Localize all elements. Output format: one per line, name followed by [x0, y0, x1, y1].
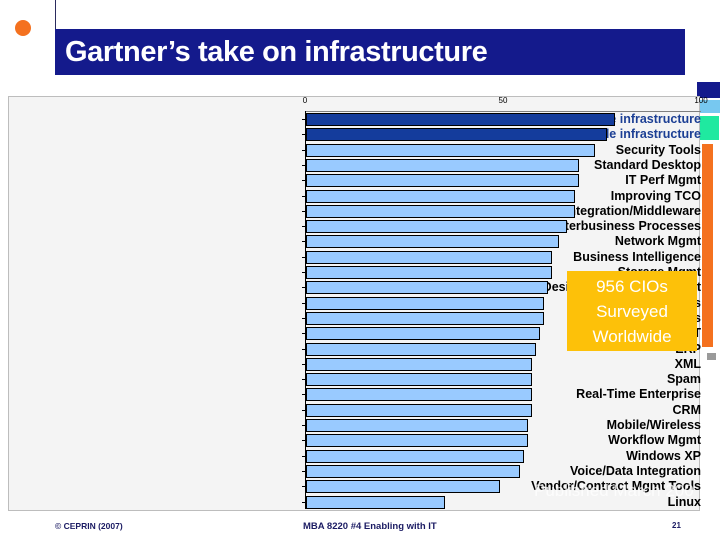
chart-bar: [306, 342, 536, 356]
chart-bar: [306, 480, 501, 494]
chart-bar-row: IT Perf Mgmt: [9, 173, 701, 188]
x-tick-label: 50: [498, 96, 508, 105]
chart-bar: [306, 311, 544, 325]
chart-bar-row: Spam: [9, 372, 701, 387]
chart-bar-row: Managing efficient/flexible infrastructu…: [9, 127, 701, 142]
chart-bar-row: Network Mgmt: [9, 234, 701, 249]
chart-bar-row: Voice/Data Integration: [9, 464, 701, 479]
page-title: Gartner’s take on infrastructure: [65, 35, 488, 68]
decor-vertical-line: [55, 0, 56, 29]
chart-bar-row: Mobile/Wireless: [9, 418, 701, 433]
chart-bar-row: Integration/Middleware: [9, 204, 701, 219]
chart-bar: [306, 327, 540, 341]
decor-orange-bar-icon: [702, 144, 713, 347]
chart-bar-row: Standard Desktop: [9, 158, 701, 173]
chart-bar-row: Workflow Mgmt: [9, 433, 701, 448]
chart-bar-row: XML: [9, 357, 701, 372]
callout-line-1: 956 CIOs: [596, 276, 668, 296]
chart-bar: [306, 434, 528, 448]
chart-bar-row: Business Intelligence: [9, 250, 701, 265]
chart-bar: [306, 128, 607, 142]
footer-course: MBA 8220 #4 Enabling with IT: [303, 521, 437, 532]
decor-orange-dot-icon: [15, 20, 31, 36]
chart-bar: [306, 158, 580, 172]
chart-bar: [306, 388, 532, 402]
footer-copyright: © CEPRIN (2007): [55, 521, 123, 531]
chart-bar-row: Windows XP: [9, 449, 701, 464]
bar-chart: 0 50 100 Developing efficient/flexible inf…: [8, 96, 708, 511]
chart-bar: [306, 373, 532, 387]
decor-gray-square-icon: [707, 353, 716, 360]
chart-bar-row: CRM: [9, 403, 701, 418]
chart-bar: [306, 235, 560, 249]
chart-bar: [306, 419, 528, 432]
chart-bar: [306, 357, 532, 371]
chart-bar-row: Security Tools: [9, 143, 701, 158]
callout-line-3: Worldwide: [592, 326, 672, 346]
chart-bar: [306, 266, 552, 279]
chart-bar: [306, 113, 615, 126]
x-tick-label: 100: [694, 96, 708, 105]
survey-callout: 956 CIOs Surveyed Worldwide: [567, 271, 697, 351]
footer-page-number: 21: [672, 521, 681, 530]
chart-bar: [306, 220, 568, 234]
chart-bar: [306, 296, 544, 310]
chart-bar: [306, 189, 576, 203]
chart-bar-row: Interbusiness Processes: [9, 219, 701, 234]
title-bar: Gartner’s take on infrastructure: [55, 29, 685, 75]
chart-bar: [306, 449, 524, 463]
published-note: Published March 200: [534, 481, 694, 500]
chart-bar: [306, 281, 548, 295]
chart-bar-row: Developing efficient/flexible infrastruc…: [9, 112, 701, 127]
chart-bar: [306, 204, 576, 218]
chart-bar: [306, 174, 580, 188]
chart-bar-row: Real-Time Enterprise: [9, 387, 701, 402]
chart-bar: [306, 464, 520, 478]
callout-line-2: Surveyed: [596, 301, 668, 321]
chart-bar: [306, 250, 552, 264]
chart-bar: [306, 143, 596, 157]
chart-bar-row: Improving TCO: [9, 189, 701, 204]
x-tick-label: 0: [302, 96, 308, 105]
chart-bar: [306, 495, 445, 509]
decor-green-square-icon: [700, 116, 719, 140]
chart-bar: [306, 403, 532, 417]
